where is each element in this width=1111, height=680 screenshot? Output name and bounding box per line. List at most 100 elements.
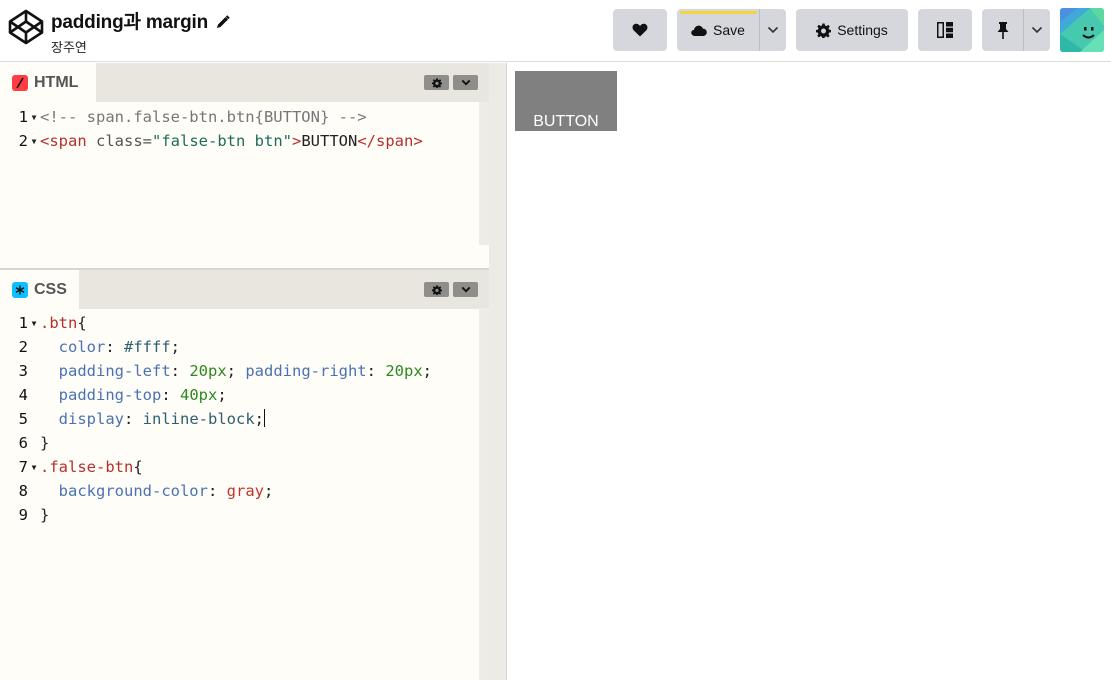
css-code-line[interactable]: 3 padding-left: 20px; padding-right: 20p…	[0, 359, 432, 383]
css-code-line[interactable]: 2 color: #ffff;	[0, 335, 432, 359]
fold-arrow-icon[interactable]: ▼	[28, 106, 40, 130]
code-token: gray	[226, 482, 264, 500]
tab-css[interactable]: CSS	[0, 270, 79, 309]
line-number: 9	[18, 506, 28, 524]
code-token: {	[133, 458, 143, 476]
css-code-line[interactable]: 1 ▼ .btn{	[0, 311, 432, 335]
html-code-editor[interactable]: 1 ▼ <!-- span.false-btn.btn{BUTTON} --> 2 ▼ <…	[0, 105, 423, 153]
css-scrollbar[interactable]	[479, 308, 489, 680]
code-token: 20px	[385, 362, 423, 380]
code-token: }	[40, 434, 50, 452]
css-code-editor[interactable]: 1 ▼ .btn{2 color: #ffff; 3 padding-left: 20…	[0, 311, 432, 527]
css-code-line[interactable]: 4 padding-top: 40px;	[0, 383, 432, 407]
code-token: span	[376, 132, 414, 150]
editor-preview-resizer[interactable]	[489, 63, 507, 680]
line-number: 8	[18, 482, 28, 500]
css-code-line[interactable]: 7 ▼ .false-btn{	[0, 455, 432, 479]
pencil-icon[interactable]	[216, 15, 231, 29]
html-scrollbar[interactable]	[479, 102, 489, 245]
pen-title[interactable]: padding과 margin	[51, 7, 208, 34]
code-token: BUTTON	[301, 132, 358, 150]
text-cursor	[264, 409, 265, 427]
codepen-logo-icon[interactable]	[8, 9, 44, 45]
code-token: <!-- span.false-btn.btn{BUTTON} -->	[40, 108, 367, 126]
tab-html[interactable]: HTML	[0, 63, 96, 102]
tab-css-label: CSS	[34, 280, 67, 298]
top-bar: padding과 margin 장주연 Save Settings	[0, 0, 1111, 62]
chevron-down-icon	[1031, 26, 1043, 34]
code-token: ;	[170, 338, 181, 356]
code-token: background-color	[40, 482, 208, 500]
fold-arrow-icon[interactable]: ▼	[28, 456, 40, 480]
line-number: 2	[18, 132, 28, 150]
code-token: =	[142, 132, 153, 150]
code-token: >	[292, 132, 302, 150]
html-settings-button[interactable]	[424, 75, 449, 90]
code-token: >	[413, 132, 423, 150]
save-button-group: Save	[677, 9, 786, 51]
heart-icon	[632, 23, 648, 37]
save-options-dropdown[interactable]	[760, 9, 786, 51]
code-token: #ffff	[124, 338, 171, 356]
css-code-line[interactable]: 9}	[0, 503, 432, 527]
line-number: 4	[18, 386, 28, 404]
code-token: color	[40, 338, 106, 356]
css-settings-button[interactable]	[424, 282, 449, 297]
layout-columns-icon	[937, 22, 953, 38]
code-token: 40px	[180, 386, 218, 404]
code-token: ;	[422, 362, 432, 380]
settings-button[interactable]: Settings	[796, 9, 908, 51]
css-code-line[interactable]: 6}	[0, 431, 432, 455]
code-token: 20px	[189, 362, 227, 380]
fold-arrow-icon[interactable]: ▼	[28, 312, 40, 336]
code-token: :	[124, 410, 143, 428]
code-token: display	[40, 410, 124, 428]
css-pane-header: CSS	[0, 270, 489, 309]
user-avatar[interactable]	[1060, 8, 1104, 52]
code-token: padding-top	[40, 386, 162, 404]
chevron-down-icon	[461, 286, 470, 293]
html-collapse-button[interactable]	[453, 75, 478, 90]
save-label: Save	[713, 22, 745, 38]
css-badge-icon	[12, 281, 28, 298]
pin-button[interactable]	[982, 9, 1023, 51]
code-token: }	[40, 506, 50, 524]
gear-icon	[431, 77, 442, 88]
code-token: </	[357, 132, 377, 150]
line-number: 5	[18, 410, 28, 428]
author-name[interactable]: 장주연	[51, 37, 230, 56]
settings-label: Settings	[837, 22, 888, 38]
code-token: ;	[226, 362, 246, 380]
line-number: 2	[18, 338, 28, 356]
change-view-button[interactable]	[918, 9, 972, 51]
line-number: 6	[18, 434, 28, 452]
save-button[interactable]: Save	[677, 9, 759, 51]
save-progress-bar	[680, 11, 757, 14]
html-pane-header: HTML	[0, 63, 489, 102]
chevron-down-icon	[461, 79, 470, 86]
pin-button-group	[982, 9, 1050, 51]
code-token: padding-left	[40, 362, 171, 380]
line-number: 1	[18, 314, 28, 332]
code-token: <	[40, 132, 50, 150]
pin-options-dropdown[interactable]	[1024, 9, 1050, 51]
pen-title-area: padding과 margin 장주연	[51, 7, 231, 56]
css-collapse-button[interactable]	[453, 282, 478, 297]
pin-icon	[997, 21, 1008, 39]
code-token: :	[105, 338, 124, 356]
line-number: 7	[18, 458, 28, 476]
love-button[interactable]	[613, 9, 667, 51]
css-code-line[interactable]: 8 background-color: gray;	[0, 479, 432, 503]
code-token: .false-btn	[40, 458, 134, 476]
css-code-line[interactable]: 5 display: inline-block;	[0, 407, 432, 431]
tab-html-label: HTML	[34, 73, 79, 91]
code-token: ;	[263, 482, 274, 500]
fold-arrow-icon[interactable]: ▼	[28, 130, 40, 154]
html-code-line[interactable]: 2 ▼ <span class="false-btn btn">BUTTON</sp…	[0, 129, 423, 153]
html-code-line[interactable]: 1 ▼ <!-- span.false-btn.btn{BUTTON} -->	[0, 105, 423, 129]
line-number: 1	[18, 108, 28, 126]
code-token: {	[77, 314, 87, 332]
code-token: :	[161, 386, 180, 404]
preview-button[interactable]: BUTTON	[515, 71, 617, 131]
code-token: :	[207, 482, 227, 500]
